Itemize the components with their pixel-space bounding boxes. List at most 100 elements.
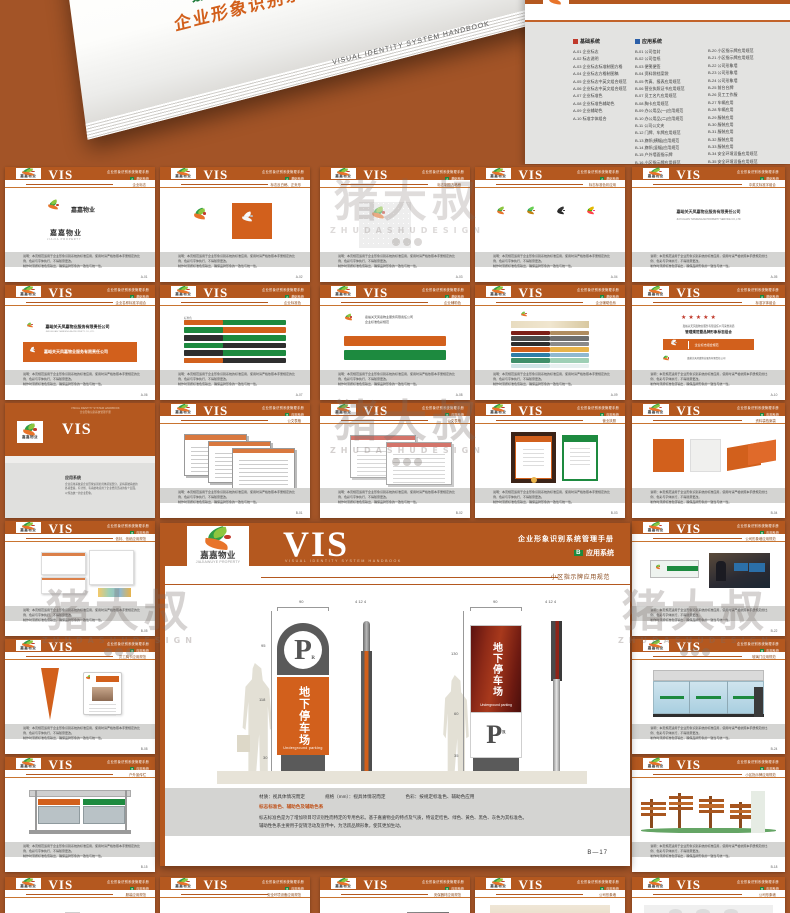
thumb-artwork <box>5 778 155 848</box>
thumb-caption: 说明：本页规范适用于企业形象识别系统的标准应用，使用时请严格依照本手册规定的比例… <box>5 842 155 858</box>
brand-logo: 嘉嘉物业 <box>642 167 669 180</box>
parking-sign-type-a: PR 地下停车场 Underground parking <box>277 623 329 771</box>
thumb-artwork <box>632 660 785 730</box>
logo-name-cn: 嘉嘉物业 <box>490 291 507 296</box>
thumb-page-number: A-08 <box>455 392 463 397</box>
thumb-section-title: 员工胸卡应用规范 <box>118 654 146 659</box>
spec-row: 材质：视具体情况而定 规格（mm）：视具体情况而定 色彩：按规定标准色、辅助色应… <box>259 794 474 800</box>
featured-section-title: 小区指示牌应用规范 <box>550 575 610 581</box>
thumb-header: 嘉嘉物业 VIS 企业形象识别系统管理手册 A基础系统 <box>5 167 155 181</box>
thumb-header: 嘉嘉物业 VIS 企业形象识别系统管理手册 A基础系统 <box>160 285 310 300</box>
thumb-header: 嘉嘉物业 VIS 企业形象识别系统管理手册 A基础系统 <box>5 285 155 299</box>
thumb-subheader: 员工胸卡应用规范 <box>5 652 155 661</box>
index-item: A-10 标准字体组合 <box>573 115 607 121</box>
thumb-header: 嘉嘉物业 VIS 企业形象识别系统管理手册 B应用系统 <box>5 521 155 535</box>
page-thumbnail[interactable]: 嘉嘉物业 VIS 企业形象识别系统管理手册 A基础系统 中英文标准字组合 嘉峪关… <box>632 167 785 282</box>
page-thumbnail[interactable]: 嘉嘉物业 VIS 企业形象识别系统管理手册 B应用系统 公司形象墙 说明：本页规… <box>632 877 785 913</box>
logo-name-cn: 嘉嘉物业 <box>175 409 192 414</box>
thumb-caption-text: 说明：本页规范适用于企业形象识别系统的标准应用，使用时请严格依照本手册规定的比例… <box>493 372 611 386</box>
thumb-header: 嘉嘉物业 VIS 企业形象识别系统管理手册 A基础系统 <box>160 167 310 181</box>
logo-mark-icon <box>520 311 527 317</box>
thumb-caption-text: 说明：本页规范适用于企业形象识别系统的标准应用，使用时请严格依照本手册规定的比例… <box>338 372 456 386</box>
vis-wordmark: VIS <box>363 285 389 300</box>
thumb-page-number: B-22 <box>770 628 778 633</box>
page-thumbnail[interactable]: 嘉嘉物业 VIS 企业形象识别系统管理手册 A基础系统 企业名称标准字组合 嘉峪… <box>5 285 155 400</box>
page-thumbnail[interactable]: 嘉嘉物业 VIS 企业形象识别系统管理手册 A基础系统 标志反白稿、正负形 说明… <box>160 167 310 282</box>
page-thumbnail[interactable]: 嘉嘉物业 VIS 企业形象识别系统管理手册 B应用系统 小区指示牌应用规范 <box>632 757 785 872</box>
page-thumbnail[interactable]: 嘉嘉物业 VIS VISUAL IDENTITY SYSTEM HANDBOOK… <box>5 403 155 518</box>
page-thumbnail[interactable]: 嘉嘉物业 VIS 企业形象识别系统管理手册 B应用系统 营业执照 <box>475 403 625 518</box>
thumb-caption: 说明：本页规范适用于企业形象识别系统的标准应用，使用时请严格依照本手册规定的比例… <box>632 370 785 386</box>
logo-mark-icon <box>648 757 664 766</box>
index-item: B-14 旗帜(竖幅)应用规范 <box>635 145 680 151</box>
brand-logo: 嘉嘉物业 <box>15 521 41 534</box>
brand-logo: 嘉嘉物业 <box>330 167 356 180</box>
page-thumbnail[interactable]: 嘉嘉物业 VIS 企业形象识别系统管理手册 B应用系统 安保器材应用规范 说明：… <box>320 877 470 913</box>
section-label: B 应用系统 <box>518 548 614 558</box>
vis-wordmark: VIS <box>48 877 74 892</box>
page-thumbnail[interactable]: 嘉嘉物业 VIS 企业形象识别系统管理手册 A基础系统 企业标准色 标准色 说明… <box>160 285 310 400</box>
page-thumbnail[interactable]: 嘉嘉物业 VIS 企业形象识别系统管理手册 B应用系统 服装应用规范 说明：本页… <box>5 877 155 913</box>
page-thumbnail[interactable]: 嘉嘉物业 VIS 企业形象识别系统管理手册 B应用系统 员工胸卡应用规范 <box>5 639 155 754</box>
thumb-header: 嘉嘉物业 VIS 企业形象识别系统管理手册 B应用系统 <box>475 403 625 417</box>
page-thumbnail[interactable]: 嘉嘉物业 VIS 企业形象识别系统管理手册 B应用系统 公文表格 说明：本页规范… <box>320 403 470 518</box>
page-thumbnail[interactable]: 嘉嘉物业 VIS 企业形象识别系统管理手册 A基础系统 标准字体组合 ★★★★★… <box>632 285 785 400</box>
page-thumbnail[interactable]: 嘉嘉物业 VIS 企业形象识别系统管理手册 A基础系统 企业标志 嘉嘉物业 嘉嘉… <box>5 167 155 282</box>
thumb-section-title: 企业标志 <box>132 182 146 187</box>
ground-plane <box>217 771 587 784</box>
page-thumbnail[interactable]: 嘉嘉物业 VIS 企业形象识别系统管理手册 B应用系统 资料袋档案袋 说明：本页… <box>632 403 785 518</box>
logo-mark-icon <box>203 525 233 550</box>
page-thumbnail[interactable]: 嘉嘉物业 VIS 企业形象识别系统管理手册 A基础系统 标志标准色彩应用 说明：… <box>475 167 625 282</box>
thumb-subheader: 中英文标准字组合 <box>632 180 785 189</box>
page-thumbnail[interactable]: 嘉嘉物业 VIS 企业形象识别系统管理手册 A基础系统 标志制图方格稿 说明：本… <box>320 167 470 282</box>
logo-name-cn: 嘉嘉物业 <box>647 291 664 296</box>
logo-mark-icon <box>29 346 36 353</box>
index-heading-applied: 应用系统 <box>635 38 685 45</box>
featured-page-preview[interactable]: 嘉嘉物业 JIAJIAWUYE PROPERTY VIS VISUAL IDEN… <box>160 523 630 866</box>
thumb-page-number: A-05 <box>770 274 778 279</box>
page-thumbnail[interactable]: 嘉嘉物业 VIS 企业形象识别系统管理手册 B应用系统 户外宣传栏 <box>5 757 155 872</box>
logo-name-cn: 嘉嘉物业 <box>647 883 664 888</box>
logo-name-cn: 嘉嘉物业 <box>22 434 38 439</box>
page-thumbnail[interactable]: 嘉嘉物业 VIS 企业形象识别系统管理手册 A基础系统 企业辅助色 嘉峪关天凤嘉… <box>320 285 470 400</box>
thumb-subheader: 玻璃门应用规范 <box>632 652 785 661</box>
index-item: B-15 户外墙面指示牌 <box>635 152 673 158</box>
page-thumbnail[interactable]: 嘉嘉物业 VIS 企业形象识别系统管理手册 B应用系统 玻璃门应用规范 <box>632 639 785 754</box>
vis-wordmark: VIS <box>676 403 702 418</box>
thumb-page-number: A-04 <box>610 274 618 279</box>
index-item: B-13 旗帜(横幅)应用规范 <box>635 137 680 143</box>
thumb-section-title: 标志标准色彩应用 <box>588 182 616 187</box>
vis-wordmark: VIS <box>676 639 702 654</box>
thumb-page-number: B-04 <box>770 510 778 515</box>
manual-title: 企业形象识别系统管理手册 <box>577 170 619 175</box>
page-thumbnail[interactable]: 嘉嘉物业 VIS 企业形象识别系统管理手册 B应用系统 公司形象墙 说明：本页规… <box>475 877 625 913</box>
thumb-header: 嘉嘉物业 VIS 企业形象识别系统管理手册 A基础系统 <box>632 285 785 299</box>
logo-name-cn: 嘉嘉物业 <box>647 763 664 768</box>
thumb-header: 嘉嘉物业 VIS 企业形象识别系统管理手册 A基础系统 <box>320 167 470 181</box>
thumb-caption: 说明：本页规范适用于企业形象识别系统的标准应用，使用时请严格依照本手册规定的比例… <box>5 252 155 268</box>
divider-rule <box>26 301 113 303</box>
brand-logo: 嘉嘉物业 <box>15 639 41 652</box>
manual-title: 企业形象识别系统管理手册 <box>737 760 779 765</box>
thumb-artwork <box>320 424 470 494</box>
thumb-section-title: 公文表格 <box>447 418 461 423</box>
featured-header: 嘉嘉物业 JIAJIAWUYE PROPERTY VIS VISUAL IDEN… <box>165 523 630 566</box>
page-thumbnail[interactable]: 嘉嘉物业 VIS 企业形象识别系统管理手册 B应用系统 公文表格 <box>160 403 310 518</box>
page-thumbnail[interactable]: 嘉嘉物业 VIS 企业形象识别系统管理手册 A基础系统 企业辅助色系 <box>475 285 625 400</box>
thumb-caption-text: 说明：本页规范适用于企业形象识别系统的标准应用，使用时请严格依照本手册规定的比例… <box>23 608 141 622</box>
spec-size-label: 规格（mm）： <box>324 794 354 799</box>
page-thumbnail[interactable]: 嘉嘉物业 VIS 企业形象识别系统管理手册 B应用系统 信封、信纸应用规范 <box>5 521 155 636</box>
thumb-subheader: 公司形象墙 <box>475 890 625 899</box>
page-thumbnail[interactable]: 嘉嘉物业 VIS 企业形象识别系统管理手册 B应用系统 公司形象墙应用规范 <box>632 521 785 636</box>
thumb-header: 嘉嘉物业 VIS 企业形象识别系统管理手册 B应用系统 <box>632 877 785 891</box>
divider-rule <box>653 655 743 657</box>
index-page-preview[interactable]: VIS 基础系统 A-01 企业标志 A-02 标志说明A-03 企业标志标准制图… <box>525 0 790 164</box>
sign-body: 地下停车场 Underground parking <box>277 675 329 755</box>
logo-mark-icon <box>491 877 506 886</box>
thumb-subheader: 安保器材应用规范 <box>320 890 470 899</box>
page-thumbnail[interactable]: 嘉嘉物业 VIS 企业形象识别系统管理手册 B应用系统 安全环境设备应用规范 安… <box>160 877 310 913</box>
index-item: A-07 企业标准色 <box>573 93 603 99</box>
index-column-basic: 基础系统 A-01 企业标志 A-02 标志说明 A-03 企业标志标准制图方格 A-… <box>573 38 627 122</box>
brand-logo <box>543 0 569 10</box>
vis-wordmark: VIS <box>203 285 229 300</box>
